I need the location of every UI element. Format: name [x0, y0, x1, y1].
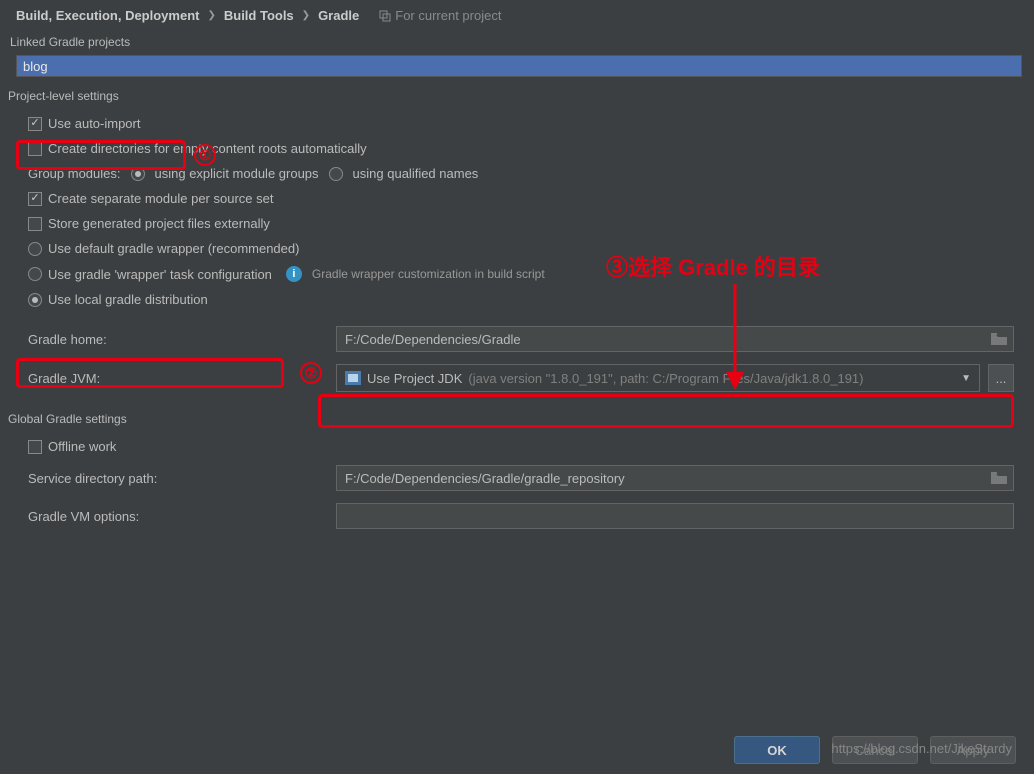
scope-indicator: For current project [379, 8, 501, 23]
group-qualified-radio[interactable] [329, 167, 343, 181]
gradle-jvm-main: Use Project JDK [367, 371, 462, 386]
linked-projects-label: Linked Gradle projects [0, 29, 1034, 53]
offline-work-row[interactable]: Offline work [8, 434, 1026, 459]
info-icon: i [286, 266, 302, 282]
default-wrapper-label: Use default gradle wrapper (recommended) [48, 241, 299, 256]
group-modules-row: Group modules: using explicit module gro… [8, 161, 1026, 186]
folder-icon[interactable] [991, 472, 1007, 484]
auto-import-row[interactable]: Use auto-import [8, 111, 1026, 136]
vm-options-input[interactable] [336, 503, 1014, 529]
default-wrapper-radio[interactable] [28, 242, 42, 256]
group-explicit-radio[interactable] [131, 167, 145, 181]
jvm-browse-button[interactable]: ... [988, 364, 1014, 392]
separate-module-checkbox[interactable] [28, 192, 42, 206]
gradle-jvm-combo[interactable]: Use Project JDK (java version "1.8.0_191… [336, 364, 980, 392]
create-dirs-label: Create directories for empty content roo… [48, 141, 367, 156]
global-settings-label: Global Gradle settings [0, 406, 1034, 430]
gradle-home-label: Gradle home: [28, 332, 328, 347]
vm-options-label: Gradle VM options: [28, 509, 328, 524]
chevron-right-icon: ❯ [302, 10, 310, 21]
wrapper-task-row[interactable]: Use gradle 'wrapper' task configuration … [8, 261, 1026, 287]
breadcrumb: Build, Execution, Deployment ❯ Build Too… [0, 0, 1034, 29]
watermark: https://blog.csdn.net/JikeStardy [831, 741, 1012, 756]
offline-work-label: Offline work [48, 439, 116, 454]
chevron-right-icon: ❯ [207, 10, 215, 21]
auto-import-label: Use auto-import [48, 116, 140, 131]
copy-icon [379, 10, 391, 22]
store-external-row[interactable]: Store generated project files externally [8, 211, 1026, 236]
store-external-checkbox[interactable] [28, 217, 42, 231]
local-dist-radio[interactable] [28, 293, 42, 307]
auto-import-checkbox[interactable] [28, 117, 42, 131]
offline-work-checkbox[interactable] [28, 440, 42, 454]
linked-projects-list[interactable]: blog [16, 55, 1022, 77]
folder-icon[interactable] [991, 333, 1007, 345]
breadcrumb-seg-2[interactable]: Build Tools [224, 8, 294, 23]
group-explicit-label: using explicit module groups [155, 166, 319, 181]
wrapper-task-label: Use gradle 'wrapper' task configuration [48, 267, 272, 282]
project-level-label: Project-level settings [0, 83, 1034, 107]
scope-label: For current project [395, 8, 501, 23]
separate-module-label: Create separate module per source set [48, 191, 273, 206]
breadcrumb-seg-1[interactable]: Build, Execution, Deployment [16, 8, 199, 23]
group-qualified-label: using qualified names [353, 166, 479, 181]
store-external-label: Store generated project files externally [48, 216, 270, 231]
service-dir-label: Service directory path: [28, 471, 328, 486]
project-item-blog[interactable]: blog [17, 56, 1021, 76]
gradle-home-input[interactable]: F:/Code/Dependencies/Gradle [336, 326, 1014, 352]
create-dirs-checkbox[interactable] [28, 142, 42, 156]
local-dist-label: Use local gradle distribution [48, 292, 208, 307]
service-dir-input[interactable]: F:/Code/Dependencies/Gradle/gradle_repos… [336, 465, 1014, 491]
wrapper-info-text: Gradle wrapper customization in build sc… [312, 267, 545, 281]
gradle-jvm-detail: (java version "1.8.0_191", path: C:/Prog… [468, 371, 863, 386]
wrapper-task-radio[interactable] [28, 267, 42, 281]
create-dirs-row[interactable]: Create directories for empty content roo… [8, 136, 1026, 161]
ok-button[interactable]: OK [734, 736, 820, 764]
local-dist-row[interactable]: Use local gradle distribution [8, 287, 1026, 312]
chevron-down-icon: ▼ [961, 373, 971, 384]
breadcrumb-seg-3[interactable]: Gradle [318, 8, 359, 23]
service-dir-value: F:/Code/Dependencies/Gradle/gradle_repos… [345, 471, 625, 486]
jdk-icon [345, 371, 361, 385]
group-modules-label: Group modules: [28, 166, 121, 181]
gradle-home-value: F:/Code/Dependencies/Gradle [345, 332, 521, 347]
separate-module-row[interactable]: Create separate module per source set [8, 186, 1026, 211]
default-wrapper-row[interactable]: Use default gradle wrapper (recommended) [8, 236, 1026, 261]
gradle-jvm-label: Gradle JVM: [28, 371, 328, 386]
